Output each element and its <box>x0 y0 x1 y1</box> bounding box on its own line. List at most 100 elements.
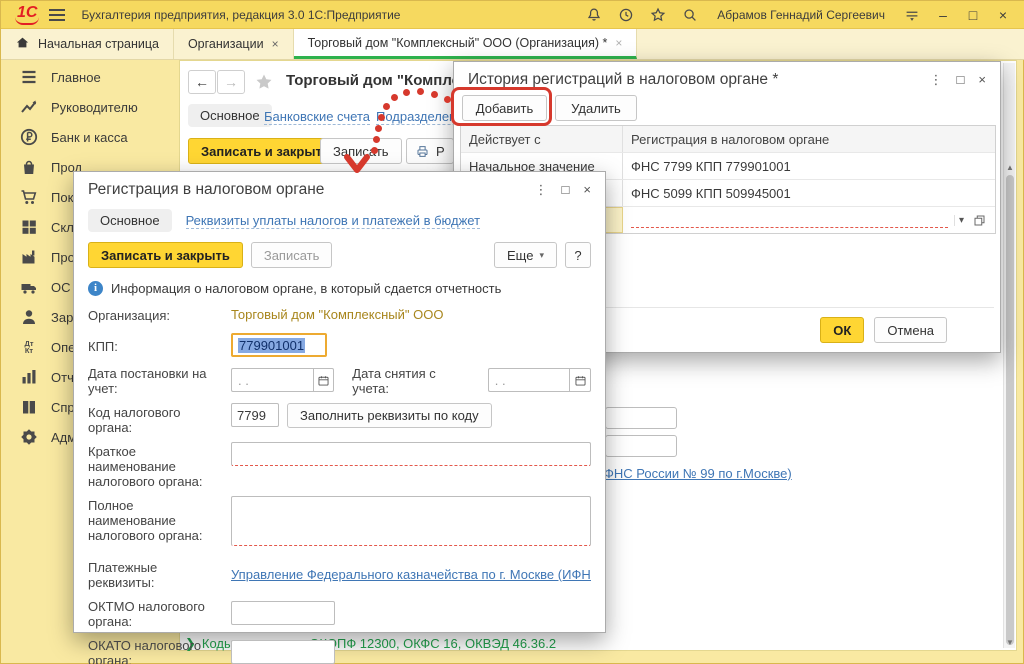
registration-edit-cell[interactable]: ▾ <box>623 207 995 233</box>
reg-tab-main[interactable]: Основное <box>88 209 172 232</box>
book-icon <box>19 397 39 417</box>
org-inspection-link-fragment[interactable]: ФНС России № 99 по г.Москве) <box>604 466 792 481</box>
org-field-fragment[interactable] <box>605 435 677 457</box>
printer-icon <box>415 144 430 159</box>
org-field-fragment[interactable] <box>605 407 677 429</box>
dialog-close-icon[interactable]: × <box>583 182 591 198</box>
payment-details-label: Платежные реквизиты: <box>88 558 231 590</box>
save-button[interactable]: Записать <box>251 242 333 268</box>
tab-home-label: Начальная страница <box>38 37 159 51</box>
calendar-icon[interactable] <box>569 368 591 392</box>
kpp-label: КПП: <box>88 337 231 354</box>
reg-tab-payment-details[interactable]: Реквизиты уплаты налогов и платежей в бю… <box>186 213 480 229</box>
tab-label: Торговый дом "Комплексный" ООО (Организа… <box>308 36 608 50</box>
column-valid-from[interactable]: Действует с <box>461 126 623 152</box>
annotation-highlight-box <box>451 87 552 126</box>
menu-lines-icon <box>19 67 39 87</box>
tab-close-icon[interactable]: × <box>615 36 622 50</box>
dialog-close-icon[interactable]: × <box>978 72 986 88</box>
org-print-button[interactable]: Р <box>406 138 454 164</box>
info-text: Информация о налоговом органе, в который… <box>111 281 501 296</box>
tab-organization-card[interactable]: Торговый дом "Комплексный" ООО (Организа… <box>294 29 638 59</box>
sidebar-item-bank-cash[interactable]: Банк и касса <box>1 122 179 152</box>
main-menu-icon[interactable] <box>49 6 65 24</box>
calendar-icon[interactable] <box>313 368 335 392</box>
1c-logo-icon: 1С <box>15 4 39 25</box>
close-button[interactable]: × <box>995 7 1011 23</box>
column-registration[interactable]: Регистрация в налоговом органе <box>623 126 995 152</box>
search-icon[interactable] <box>681 6 699 24</box>
scrollbar-thumb[interactable] <box>1006 175 1014 645</box>
org-label: Организация: <box>88 306 231 323</box>
dialog-menu-icon[interactable]: ⋮ <box>930 72 943 88</box>
gear-icon <box>19 427 39 447</box>
save-close-button[interactable]: Записать и закрыть <box>88 242 243 268</box>
boxes-grid-icon <box>19 217 39 237</box>
okato-input[interactable] <box>231 640 335 664</box>
current-user-name[interactable]: Абрамов Геннадий Сергеевич <box>717 8 885 22</box>
favorite-star-icon[interactable] <box>254 72 274 92</box>
date-registered-label: Дата постановки на учет: <box>88 364 231 396</box>
service-settings-icon[interactable] <box>903 6 921 24</box>
org-form-title: Торговый дом "Компле <box>286 72 460 89</box>
home-icon <box>15 35 30 53</box>
maximize-button[interactable]: □ <box>965 7 981 23</box>
cancel-button[interactable]: Отмена <box>874 317 947 343</box>
date-deregistered-label: Дата снятия с учета: <box>352 364 479 396</box>
sidebar-item-management[interactable]: Руководителю <box>1 92 179 122</box>
dialog-maximize-icon[interactable]: □ <box>562 182 570 198</box>
minimize-button[interactable]: – <box>935 7 951 23</box>
full-name-textarea[interactable] <box>231 496 591 546</box>
org-tab-main[interactable]: Основное <box>188 104 272 127</box>
page-tabbar: Начальная страница Организации × Торговы… <box>1 29 1024 60</box>
oktmo-input[interactable] <box>231 601 335 625</box>
tab-organizations[interactable]: Организации × <box>174 29 294 59</box>
payment-details-link[interactable]: Управление Федерального казначейства по … <box>231 567 591 582</box>
trend-chart-icon <box>19 97 39 117</box>
bar-chart-icon <box>19 367 39 387</box>
dropdown-arrow-icon: ▾ <box>539 250 544 261</box>
open-list-icon[interactable] <box>972 213 987 228</box>
empty-required-field[interactable] <box>631 212 948 228</box>
date-registered-input[interactable]: . . <box>231 368 313 392</box>
application-window: 1С Бухгалтерия предприятия, редакция 3.0… <box>0 0 1024 664</box>
titlebar: 1С Бухгалтерия предприятия, редакция 3.0… <box>1 1 1024 29</box>
truck-icon <box>19 277 39 297</box>
favorites-star-icon[interactable] <box>649 6 667 24</box>
more-button[interactable]: Еще▾ <box>494 242 557 268</box>
short-name-label: Краткое наименование налогового органа: <box>88 442 231 489</box>
dropdown-arrow-icon[interactable]: ▾ <box>954 215 968 226</box>
person-icon <box>19 307 39 327</box>
short-name-input[interactable] <box>231 442 591 466</box>
table-header-row[interactable]: Действует с Регистрация в налоговом орга… <box>461 126 995 152</box>
nav-forward-button[interactable]: → <box>217 70 245 94</box>
arrowhead-icon <box>344 154 370 176</box>
tax-code-input[interactable]: 7799 <box>231 403 279 427</box>
notifications-bell-icon[interactable] <box>585 6 603 24</box>
tab-label: Организации <box>188 37 264 51</box>
kpp-input[interactable]: 779901001 <box>231 333 327 357</box>
vertical-scrollbar[interactable]: ▲ ▼ <box>1003 63 1015 648</box>
org-value[interactable]: Торговый дом "Комплексный" ООО <box>231 307 591 322</box>
fill-by-code-button[interactable]: Заполнить реквизиты по коду <box>287 403 492 428</box>
org-tab-bank-accounts[interactable]: Банковские счета <box>264 109 370 125</box>
nav-back-button[interactable]: ← <box>188 70 216 94</box>
help-button[interactable]: ? <box>565 242 591 268</box>
tax-code-label: Код налогового органа: <box>88 403 231 435</box>
tab-close-icon[interactable]: × <box>272 37 279 51</box>
oktmo-label: ОКТМО налогового органа: <box>88 597 231 629</box>
full-name-label: Полное наименование налогового органа: <box>88 496 231 543</box>
dialog-menu-icon[interactable]: ⋮ <box>535 182 548 198</box>
date-deregistered-input[interactable]: . . <box>488 368 570 392</box>
shopping-bag-icon <box>19 157 39 177</box>
registration-dialog: Регистрация в налоговом органе ⋮ □ × Осн… <box>73 171 606 633</box>
ruble-circle-icon <box>19 127 39 147</box>
delete-button[interactable]: Удалить <box>555 95 637 121</box>
ok-button[interactable]: ОК <box>820 317 864 343</box>
debit-credit-icon: Дт Кт <box>19 340 39 354</box>
history-clock-icon[interactable] <box>617 6 635 24</box>
dialog-maximize-icon[interactable]: □ <box>957 72 965 88</box>
registration-dialog-title: Регистрация в налоговом органе <box>88 181 324 199</box>
sidebar-item-main[interactable]: Главное <box>1 62 179 92</box>
tab-home[interactable]: Начальная страница <box>1 29 174 59</box>
